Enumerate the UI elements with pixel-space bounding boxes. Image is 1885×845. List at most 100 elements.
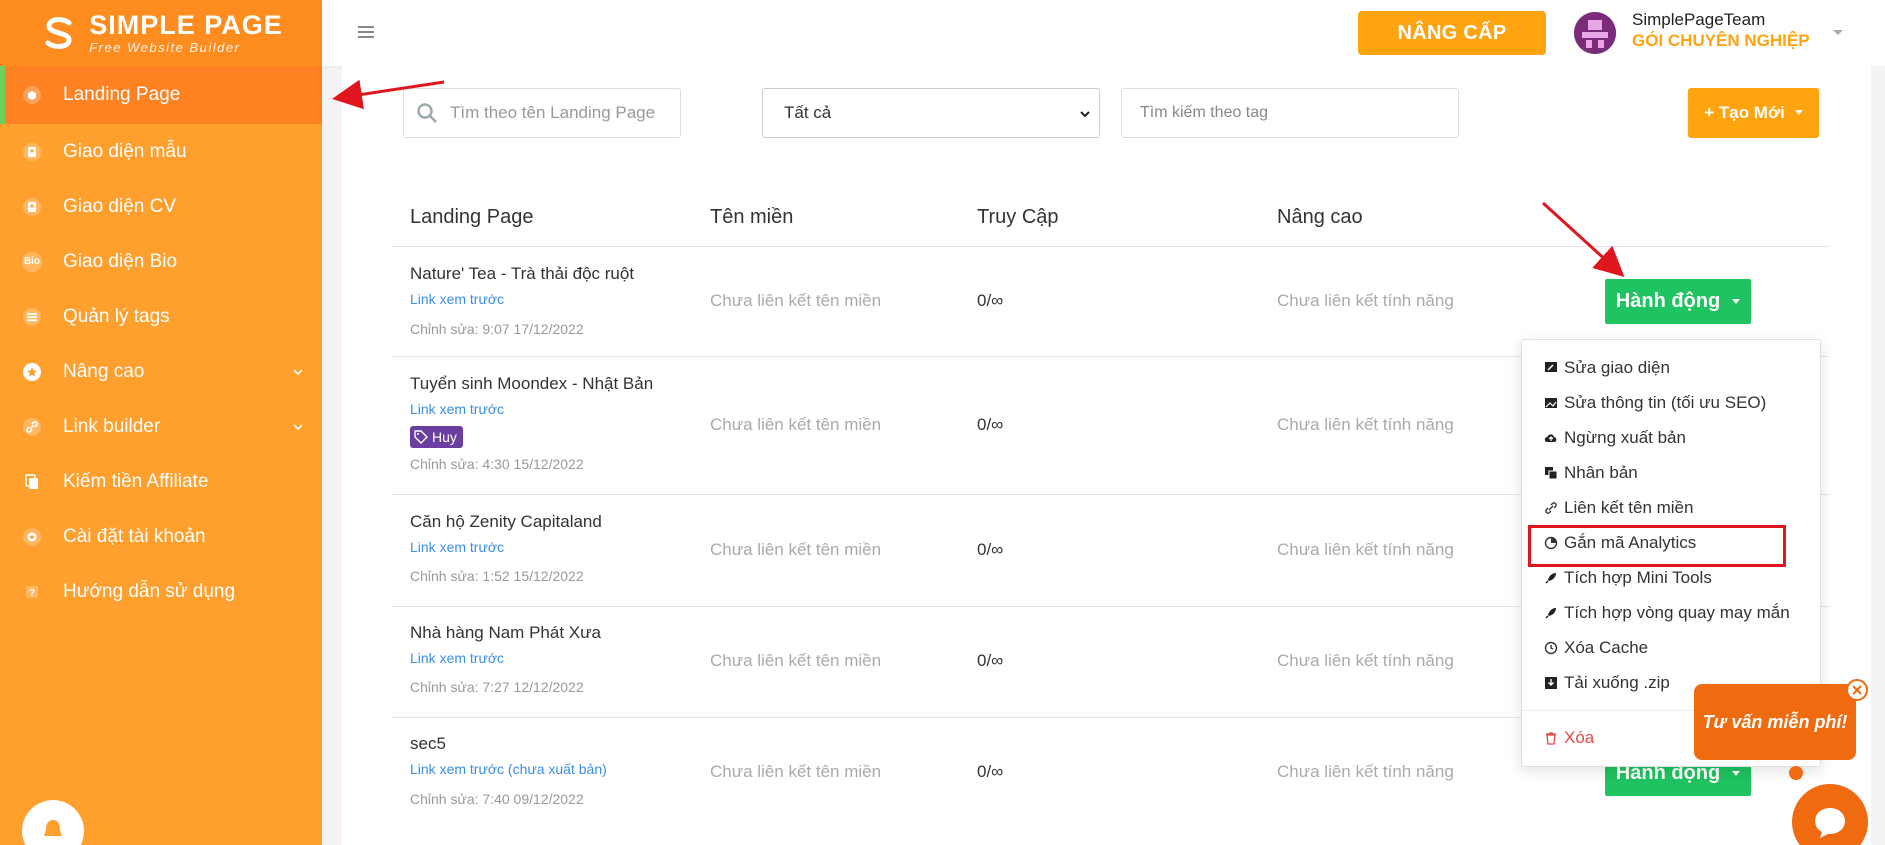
search-box[interactable] [403, 88, 681, 138]
tag-badge[interactable]: Huy [410, 426, 463, 448]
bio-icon: Bio [22, 251, 42, 272]
sidebar-item-label: Giao diện mẫu [63, 140, 187, 162]
column-header-advanced: Nâng cao [1277, 206, 1363, 228]
sidebar-item-label: Link builder [63, 415, 161, 437]
menu-item-label: Tích hợp vòng quay may mắn [1564, 603, 1790, 622]
domain-status: Chưa liên kết tên miền [710, 291, 882, 310]
help-icon: ? [22, 582, 42, 602]
sidebar-item-landing-page[interactable]: Landing Page [0, 66, 322, 124]
action-button-label: Hành động [1615, 290, 1721, 312]
advanced-status: Chưa liên kết tính năng [1277, 762, 1454, 781]
advanced-status: Chưa liên kết tính năng [1277, 651, 1454, 670]
sidebar-item-account-settings[interactable]: Cài đặt tài khoản [0, 509, 322, 564]
bell-icon [44, 820, 62, 836]
landing-page-name[interactable]: Căn hộ Zenity Capitaland [410, 512, 602, 532]
caret-down-icon [1732, 770, 1741, 776]
sidebar-item-link-builder[interactable]: Link builder [0, 399, 322, 454]
sidebar-item-affiliate[interactable]: Kiếm tiền Affiliate [0, 454, 322, 509]
user-plan: GÓI CHUYÊN NGHIỆP [1632, 31, 1810, 50]
sidebar-item-bio[interactable]: Bio Giao diện Bio [0, 234, 322, 289]
sidebar-item-tags[interactable]: Quản lý tags [0, 289, 322, 344]
menu-item-unpublish[interactable]: Ngừng xuất bản [1544, 428, 1686, 448]
preview-link[interactable]: Link xem trước [410, 291, 504, 307]
tag-search-box[interactable] [1121, 88, 1459, 138]
domain-status: Chưa liên kết tên miền [710, 415, 882, 434]
menu-item-clear-cache[interactable]: Xóa Cache [1544, 638, 1648, 658]
chat-indicator-dot [1789, 766, 1803, 780]
edited-timestamp: Chỉnh sửa: 7:40 09/12/2022 [410, 791, 584, 807]
edit-layout-icon [1545, 362, 1557, 372]
search-icon [417, 103, 437, 123]
sidebar-item-templates[interactable]: Giao diện mẫu [0, 124, 322, 179]
menu-item-mini-tools[interactable]: Tích hợp Mini Tools [1544, 568, 1712, 588]
sidebar-nav: Landing Page Giao diện mẫu Giao diện CV … [0, 66, 322, 619]
preview-link[interactable]: Link xem trước [410, 650, 504, 666]
caret-down-icon [1732, 298, 1741, 304]
avatar[interactable] [1574, 12, 1616, 54]
user-name[interactable]: SimplePageTeam [1632, 10, 1765, 30]
download-icon [1545, 677, 1557, 689]
preview-link[interactable]: Link xem trước (chưa xuất bản) [410, 761, 607, 777]
advanced-status: Chưa liên kết tính năng [1277, 291, 1454, 310]
create-new-label: + Tạo Mới [1704, 103, 1785, 122]
chevron-down-icon[interactable] [1832, 28, 1844, 38]
scrollbar[interactable] [1871, 66, 1885, 845]
domain-status: Chưa liên kết tên miền [710, 762, 882, 781]
gear-icon [22, 527, 42, 547]
menu-item-delete[interactable]: Xóa [1544, 728, 1594, 748]
menu-item-link-domain[interactable]: Liên kết tên miền [1544, 498, 1693, 518]
column-header-visits: Truy Cập [977, 206, 1059, 228]
hamburger-icon[interactable] [358, 25, 374, 39]
visit-count: 0/∞ [977, 762, 1004, 781]
advanced-status: Chưa liên kết tính năng [1277, 415, 1454, 434]
tag-search-input[interactable] [1122, 89, 1458, 137]
chat-consult-bubble[interactable]: Tư vấn miễn phí! [1694, 684, 1856, 760]
chat-consult-label: Tư vấn miễn phí! [1702, 711, 1848, 732]
action-button[interactable]: Hành động [1605, 279, 1751, 324]
preview-link[interactable]: Link xem trước [410, 539, 504, 555]
rocket-icon [1545, 608, 1556, 619]
menu-item-label: Ngừng xuất bản [1564, 428, 1686, 447]
brand-subtitle: Free Website Builder [89, 40, 241, 55]
chat-icon [1815, 808, 1845, 838]
sidebar-item-label: Landing Page [63, 84, 181, 105]
menu-item-label: Liên kết tên miền [1564, 498, 1694, 517]
chat-close-button[interactable] [1846, 679, 1868, 701]
landing-page-name[interactable]: Tuyển sinh Moondex - Nhật Bản [410, 374, 653, 394]
visit-count: 0/∞ [977, 540, 1004, 559]
row-divider [392, 246, 1829, 247]
id-card-icon [22, 197, 42, 217]
advanced-status: Chưa liên kết tính năng [1277, 540, 1454, 559]
upgrade-button[interactable]: NÂNG CẤP [1358, 11, 1546, 55]
status-select[interactable]: Tất cả [762, 88, 1100, 138]
sidebar: SIMPLE PAGE Free Website Builder Landing… [0, 0, 322, 845]
landing-page-name[interactable]: Nature' Tea - Trà thải độc ruột [410, 264, 634, 284]
sidebar-item-label: Nâng cao [63, 360, 145, 382]
star-circle-icon [22, 362, 42, 382]
preview-link[interactable]: Link xem trước [410, 401, 504, 417]
notification-bell[interactable] [22, 800, 84, 845]
search-input[interactable] [450, 103, 670, 123]
menu-item-download-zip[interactable]: Tải xuống .zip [1544, 673, 1670, 693]
menu-item-lucky-wheel[interactable]: Tích hợp vòng quay may mắn [1544, 603, 1790, 623]
menu-item-label: Tích hợp Mini Tools [1564, 568, 1712, 587]
chevron-down-icon [1080, 111, 1090, 118]
template-icon [22, 142, 42, 162]
landing-page-name[interactable]: Nhà hàng Nam Phát Xưa [410, 623, 601, 643]
box-icon [22, 85, 42, 105]
brand-logo[interactable]: SIMPLE PAGE Free Website Builder [0, 0, 322, 66]
highlight-annotation [1528, 525, 1786, 567]
menu-item-edit-seo[interactable]: Sửa thông tin (tối ưu SEO) [1544, 393, 1766, 413]
menu-item-label: Tải xuống .zip [1564, 673, 1670, 692]
landing-page-name[interactable]: sec5 [410, 734, 446, 754]
link-icon [1545, 502, 1557, 514]
menu-item-edit-layout[interactable]: Sửa giao diện [1544, 358, 1670, 378]
domain-status: Chưa liên kết tên miền [710, 651, 882, 670]
sidebar-item-cv[interactable]: Giao diện CV [0, 179, 322, 234]
menu-item-clone[interactable]: Nhân bản [1544, 463, 1638, 483]
sidebar-item-advanced[interactable]: Nâng cao [0, 344, 322, 399]
visit-count: 0/∞ [977, 291, 1004, 310]
create-new-button[interactable]: + Tạo Mới [1688, 88, 1819, 138]
sidebar-item-help[interactable]: ? Hướng dẫn sử dụng [0, 564, 322, 619]
svg-text:?: ? [29, 588, 35, 599]
